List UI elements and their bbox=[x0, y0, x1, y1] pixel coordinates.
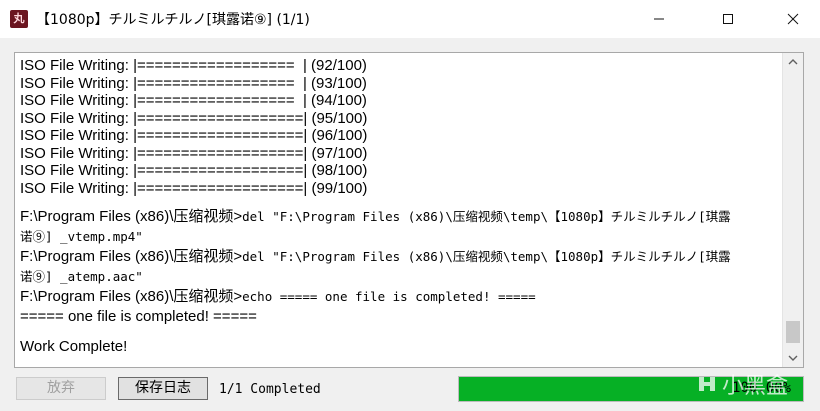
console-echo-output: ===== one file is completed! ===== bbox=[20, 308, 257, 325]
console-output[interactable]: ISO File Writing: |================== | … bbox=[14, 52, 804, 368]
console-line: ISO File Writing: |===================| … bbox=[20, 179, 368, 197]
console-command-line: F:\Program Files (x86)\压缩视频>echo ===== o… bbox=[20, 287, 780, 307]
console-command: del "F:\Program Files (x86)\压缩视频\temp\【1… bbox=[242, 209, 731, 224]
save-log-button[interactable]: 保存日志 bbox=[118, 377, 208, 400]
chevron-up-icon bbox=[788, 59, 798, 65]
console-command-continued: 诺⑨] _vtemp.mp4" bbox=[20, 229, 143, 244]
app-window: 丸 【1080p】チルミルチルノ[琪露诺⑨] (1/1) ISO File Wr… bbox=[0, 0, 820, 411]
work-complete-line: Work Complete! bbox=[20, 338, 128, 355]
console-scrollbar[interactable] bbox=[782, 53, 803, 367]
close-button[interactable] bbox=[770, 0, 816, 38]
status-text: 1/1 Completed bbox=[219, 382, 321, 397]
scroll-down-button[interactable] bbox=[783, 349, 803, 367]
console-line: ISO File Writing: |===================| … bbox=[20, 162, 368, 179]
close-icon bbox=[787, 13, 799, 25]
console-line: ISO File Writing: |================== | … bbox=[20, 57, 367, 74]
console-command-continued: 诺⑨] _atemp.aac" bbox=[20, 269, 143, 284]
console-prompt: F:\Program Files (x86)\压缩视频> bbox=[20, 288, 243, 305]
console-command-line: F:\Program Files (x86)\压缩视频>del "F:\Prog… bbox=[20, 247, 780, 267]
console-line: ISO File Writing: |===================| … bbox=[20, 109, 368, 127]
chevron-down-icon bbox=[788, 355, 798, 361]
console-prompt: F:\Program Files (x86)\压缩视频> bbox=[20, 248, 243, 265]
watermark-text: 小黑盒 bbox=[722, 374, 789, 399]
console-command: echo ===== one file is completed! ===== bbox=[242, 289, 536, 304]
console-line: ISO File Writing: |================== | … bbox=[20, 74, 367, 92]
scroll-thumb[interactable] bbox=[786, 321, 800, 343]
console-command: del "F:\Program Files (x86)\压缩视频\temp\【1… bbox=[242, 249, 731, 264]
maximize-button[interactable] bbox=[705, 0, 751, 38]
console-command-line: F:\Program Files (x86)\压缩视频>del "F:\Prog… bbox=[20, 207, 780, 227]
maximize-icon bbox=[723, 14, 733, 24]
scroll-up-button[interactable] bbox=[783, 53, 803, 71]
app-icon[interactable]: 丸 bbox=[10, 10, 28, 28]
watermark: 小黑盒 bbox=[696, 368, 788, 400]
abandon-button[interactable]: 放弃 bbox=[16, 377, 106, 400]
heybox-logo-icon bbox=[699, 377, 715, 391]
console-line: ISO File Writing: |================== | … bbox=[20, 92, 367, 109]
minimize-button[interactable] bbox=[636, 0, 682, 38]
title-bar[interactable]: 丸 【1080p】チルミルチルノ[琪露诺⑨] (1/1) bbox=[0, 0, 820, 38]
console-line: ISO File Writing: |===================| … bbox=[20, 144, 368, 162]
window-title: 【1080p】チルミルチルノ[琪露诺⑨] (1/1) bbox=[36, 12, 310, 28]
minimize-icon bbox=[654, 18, 664, 20]
console-lines: ISO File Writing: |================== | … bbox=[20, 57, 780, 357]
console-line: ISO File Writing: |===================| … bbox=[20, 127, 368, 144]
console-prompt: F:\Program Files (x86)\压缩视频> bbox=[20, 208, 243, 225]
